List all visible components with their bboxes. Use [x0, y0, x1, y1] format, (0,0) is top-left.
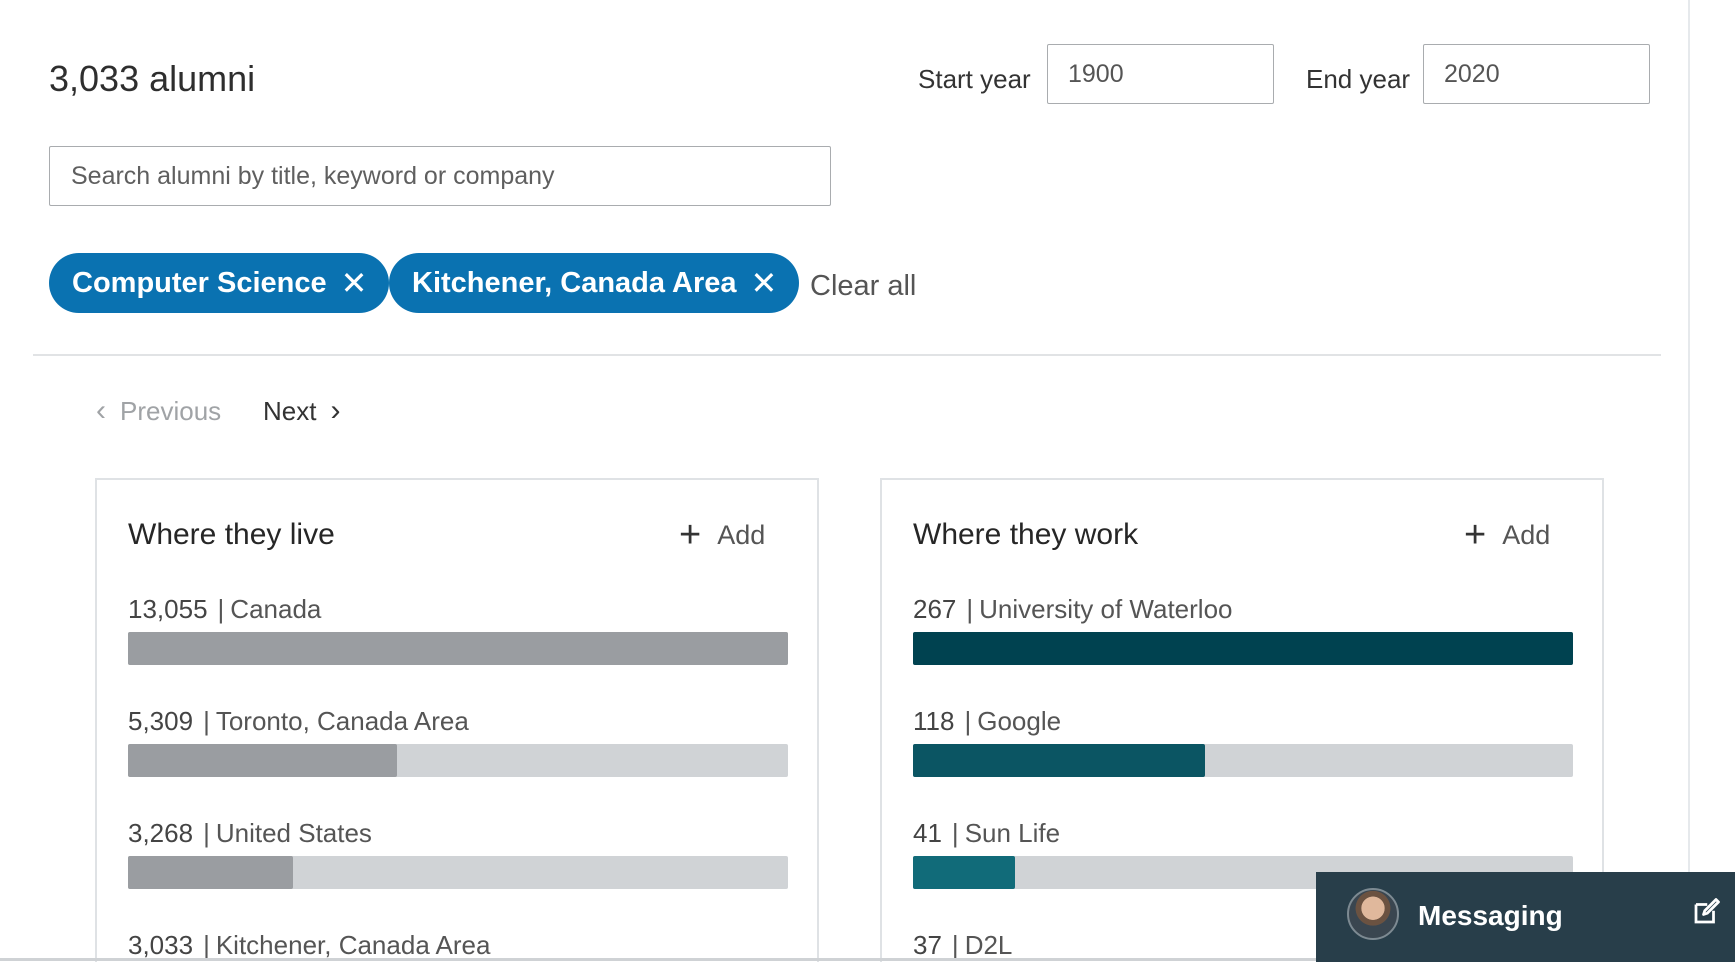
bar-track[interactable]	[128, 744, 788, 777]
chevron-left-icon: ‹	[96, 394, 106, 427]
alumni-page: 3,033 alumni Start year End year Compute…	[0, 0, 1735, 962]
bar-fill	[913, 856, 1015, 889]
bar-track[interactable]	[128, 856, 788, 889]
list-item: 13,055 | Canada	[128, 594, 788, 665]
row-count: 3,268	[128, 818, 194, 848]
bar-track[interactable]	[128, 632, 788, 665]
bar-fill	[128, 744, 397, 777]
row-separator: |	[966, 594, 974, 624]
chevron-right-icon: ›	[330, 394, 341, 427]
row-count: 3,033	[128, 930, 194, 960]
row-name[interactable]: D2L	[965, 930, 1013, 960]
row-label: 5,309 | Toronto, Canada Area	[128, 706, 788, 737]
alumni-search-input[interactable]	[49, 146, 831, 206]
filter-pill-kitchener[interactable]: Kitchener, Canada Area ✕	[389, 253, 800, 313]
row-separator: |	[203, 818, 210, 848]
list-item: 118 | Google	[913, 706, 1573, 777]
row-count: 41	[913, 818, 942, 848]
row-name[interactable]: Canada	[230, 594, 321, 624]
end-year-label: End year	[1306, 64, 1411, 94]
row-count: 118	[913, 706, 955, 736]
bar-fill	[128, 856, 293, 889]
avatar	[1347, 888, 1399, 940]
next-button[interactable]: Next ›	[263, 394, 340, 428]
row-label: 118 | Google	[913, 706, 1573, 737]
card-title: Where they work	[913, 518, 1139, 551]
add-label: Add	[1502, 519, 1551, 550]
row-label: 267 | University of Waterloo	[913, 594, 1573, 625]
alumni-count-heading: 3,033 alumni	[49, 58, 256, 99]
row-count: 37	[913, 930, 942, 960]
start-year-label: Start year	[918, 64, 1031, 94]
list-item: 41 | Sun Life	[913, 818, 1573, 889]
card-title: Where they live	[128, 518, 335, 551]
row-separator: |	[203, 706, 210, 736]
page-edge-rule	[1688, 0, 1690, 962]
section-divider	[33, 354, 1661, 356]
end-year-input[interactable]	[1423, 44, 1650, 104]
row-count: 5,309	[128, 706, 194, 736]
list-item: 267 | University of Waterloo	[913, 594, 1573, 665]
row-separator: |	[951, 930, 959, 960]
bar-track[interactable]	[913, 632, 1573, 665]
remove-filter-icon[interactable]: ✕	[341, 267, 368, 299]
row-separator: |	[964, 706, 972, 736]
bar-fill	[128, 632, 788, 665]
row-label: 13,055 | Canada	[128, 594, 788, 625]
row-name[interactable]: Sun Life	[965, 818, 1060, 848]
row-separator: |	[217, 594, 225, 624]
clear-all-button[interactable]: Clear all	[810, 270, 916, 303]
row-name[interactable]: University of Waterloo	[979, 594, 1232, 624]
bar-fill	[913, 744, 1205, 777]
filter-pill-label: Kitchener, Canada Area	[412, 266, 737, 299]
row-count: 13,055	[128, 594, 208, 624]
plus-icon: +	[1464, 514, 1487, 556]
list-item: 3,033 | Kitchener, Canada Area	[128, 930, 788, 961]
bar-fill	[913, 632, 1573, 665]
add-company-button[interactable]: + Add	[1464, 516, 1550, 554]
previous-label: Previous	[120, 395, 222, 426]
add-location-button[interactable]: + Add	[679, 516, 765, 554]
start-year-input[interactable]	[1047, 44, 1274, 104]
plus-icon: +	[679, 514, 702, 556]
filter-pill-label: Computer Science	[72, 266, 327, 299]
list-item: 5,309 | Toronto, Canada Area	[128, 706, 788, 777]
row-name[interactable]: Google	[977, 706, 1061, 736]
messaging-label: Messaging	[1418, 900, 1563, 931]
bar-track[interactable]	[913, 744, 1573, 777]
messaging-bar[interactable]: Messaging	[1316, 872, 1735, 962]
list-item: 3,268 | United States	[128, 818, 788, 889]
row-name[interactable]: Kitchener, Canada Area	[216, 930, 491, 960]
row-name[interactable]: Toronto, Canada Area	[216, 706, 469, 736]
row-name[interactable]: United States	[216, 818, 372, 848]
row-separator: |	[951, 818, 959, 848]
previous-button[interactable]: ‹ Previous	[96, 394, 221, 428]
row-count: 267	[913, 594, 957, 624]
remove-filter-icon[interactable]: ✕	[751, 267, 778, 299]
filter-pill-computer-science[interactable]: Computer Science ✕	[49, 253, 390, 313]
row-label: 41 | Sun Life	[913, 818, 1573, 849]
next-label: Next	[263, 395, 317, 426]
compose-message-icon[interactable]	[1691, 897, 1721, 927]
row-label: 3,033 | Kitchener, Canada Area	[128, 930, 788, 961]
row-separator: |	[203, 930, 210, 960]
row-label: 3,268 | United States	[128, 818, 788, 849]
where-they-live-card: Where they live + Add 13,055 | Canada 5,30…	[95, 478, 819, 962]
add-label: Add	[717, 519, 766, 550]
